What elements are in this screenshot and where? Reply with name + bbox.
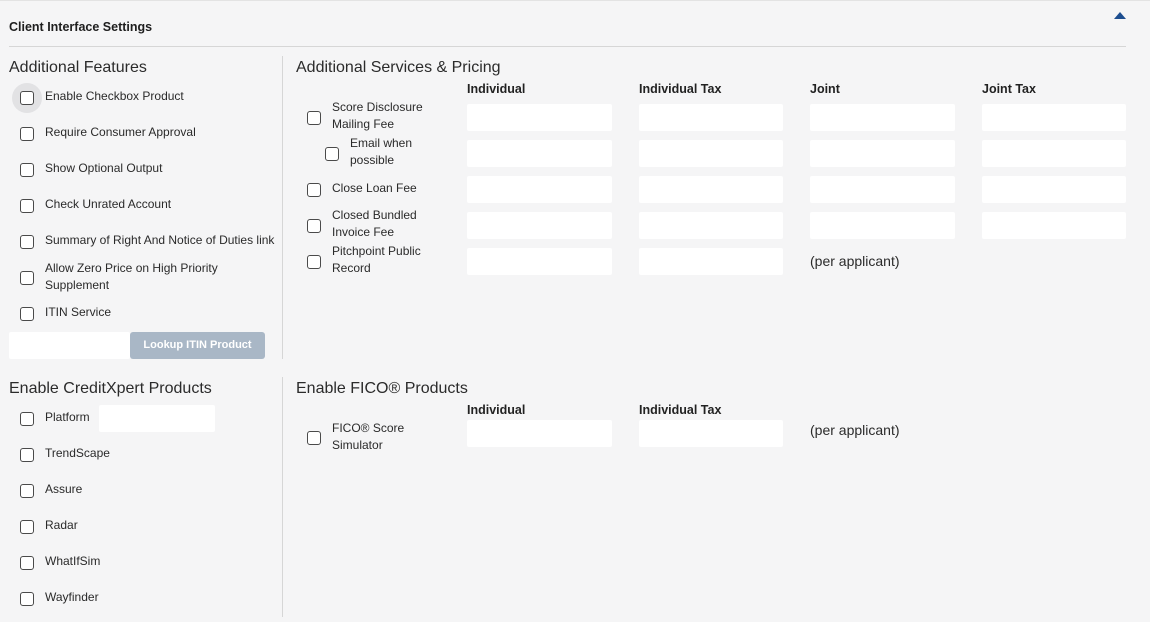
feature-label: Enable Checkbox Product <box>45 89 184 103</box>
close-loan-individual-input[interactable] <box>467 176 612 203</box>
wayfinder-checkbox[interactable] <box>20 592 34 606</box>
summary-of-rights-checkbox[interactable] <box>20 235 34 249</box>
close-loan-joint-input[interactable] <box>810 176 955 203</box>
fico-score-simulator-checkbox[interactable] <box>307 431 321 445</box>
additional-features-title: Additional Features <box>9 59 147 76</box>
trendscape-checkbox[interactable] <box>20 448 34 462</box>
check-unrated-account-checkbox[interactable] <box>20 199 34 213</box>
feature-label: Check Unrated Account <box>45 197 172 211</box>
service-label: Email when possible <box>350 136 413 167</box>
feature-label: Show Optional Output <box>45 161 163 175</box>
allow-zero-price-checkbox[interactable] <box>20 271 34 285</box>
feature-label: Summary of Right And Notice of Duties li… <box>45 233 275 247</box>
column-divider-top <box>282 56 283 359</box>
score-disclosure-joint-tax-input[interactable] <box>982 104 1126 131</box>
service-label: Close Loan Fee <box>332 181 417 195</box>
pitchpoint-individual-tax-input[interactable] <box>639 248 783 275</box>
service-label: Score Disclosure Mailing Fee <box>332 100 423 131</box>
whatifsim-checkbox[interactable] <box>20 556 34 570</box>
creditxpert-label: Platform <box>45 410 90 424</box>
platform-checkbox[interactable] <box>20 412 34 426</box>
itin-service-checkbox[interactable] <box>20 307 34 321</box>
close-loan-individual-tax-input[interactable] <box>639 176 783 203</box>
column-header-joint-tax: Joint Tax <box>982 82 1036 96</box>
email-joint-input[interactable] <box>810 140 955 167</box>
assure-checkbox[interactable] <box>20 484 34 498</box>
close-loan-joint-tax-input[interactable] <box>982 176 1126 203</box>
score-disclosure-checkbox[interactable] <box>307 111 321 125</box>
creditxpert-label: TrendScape <box>45 446 110 460</box>
itin-product-input[interactable] <box>9 332 130 359</box>
score-disclosure-individual-tax-input[interactable] <box>639 104 783 131</box>
enable-checkbox-product-checkbox[interactable] <box>20 91 34 105</box>
creditxpert-label: Wayfinder <box>45 590 99 604</box>
creditxpert-label: Radar <box>45 518 78 532</box>
email-individual-input[interactable] <box>467 140 612 167</box>
closed-bundled-invoice-checkbox[interactable] <box>307 219 321 233</box>
service-label: Pitchpoint Public Record <box>332 244 421 275</box>
creditxpert-title: Enable CreditXpert Products <box>9 380 212 397</box>
fico-individual-input[interactable] <box>467 420 612 447</box>
chevron-up-icon[interactable] <box>1114 12 1126 19</box>
email-when-possible-checkbox[interactable] <box>325 147 339 161</box>
email-joint-tax-input[interactable] <box>982 140 1126 167</box>
require-consumer-approval-checkbox[interactable] <box>20 127 34 141</box>
service-label: Closed Bundled Invoice Fee <box>332 208 417 239</box>
radar-checkbox[interactable] <box>20 520 34 534</box>
fico-column-header-individual-tax: Individual Tax <box>639 403 722 417</box>
pitchpoint-individual-input[interactable] <box>467 248 612 275</box>
page-title: Client Interface Settings <box>9 20 153 34</box>
feature-label: ITIN Service <box>45 305 112 319</box>
email-individual-tax-input[interactable] <box>639 140 783 167</box>
creditxpert-label: WhatIfSim <box>45 554 101 568</box>
score-disclosure-joint-input[interactable] <box>810 104 955 131</box>
pitchpoint-public-record-checkbox[interactable] <box>307 255 321 269</box>
top-border <box>0 0 1150 1</box>
column-header-individual: Individual <box>467 82 526 96</box>
fico-column-header-individual: Individual <box>467 403 526 417</box>
bundled-invoice-individual-input[interactable] <box>467 212 612 239</box>
column-header-joint: Joint <box>810 82 840 96</box>
score-disclosure-individual-input[interactable] <box>467 104 612 131</box>
column-header-individual-tax: Individual Tax <box>639 82 722 96</box>
additional-services-title: Additional Services & Pricing <box>296 59 501 76</box>
per-applicant-note: (per applicant) <box>810 253 900 269</box>
bundled-invoice-joint-input[interactable] <box>810 212 955 239</box>
creditxpert-label: Assure <box>45 482 83 496</box>
platform-input[interactable] <box>99 405 215 432</box>
show-optional-output-checkbox[interactable] <box>20 163 34 177</box>
header-divider <box>9 46 1126 47</box>
bundled-invoice-joint-tax-input[interactable] <box>982 212 1126 239</box>
lookup-itin-product-button[interactable]: Lookup ITIN Product <box>130 332 265 359</box>
per-applicant-note: (per applicant) <box>810 422 900 438</box>
close-loan-fee-checkbox[interactable] <box>307 183 321 197</box>
feature-label: Allow Zero Price on High Priority Supple… <box>45 261 218 292</box>
fico-title: Enable FICO® Products <box>296 380 468 397</box>
bundled-invoice-individual-tax-input[interactable] <box>639 212 783 239</box>
column-divider-bottom <box>282 377 283 617</box>
fico-label: FICO® Score Simulator <box>332 421 405 452</box>
fico-individual-tax-input[interactable] <box>639 420 783 447</box>
feature-label: Require Consumer Approval <box>45 125 196 139</box>
